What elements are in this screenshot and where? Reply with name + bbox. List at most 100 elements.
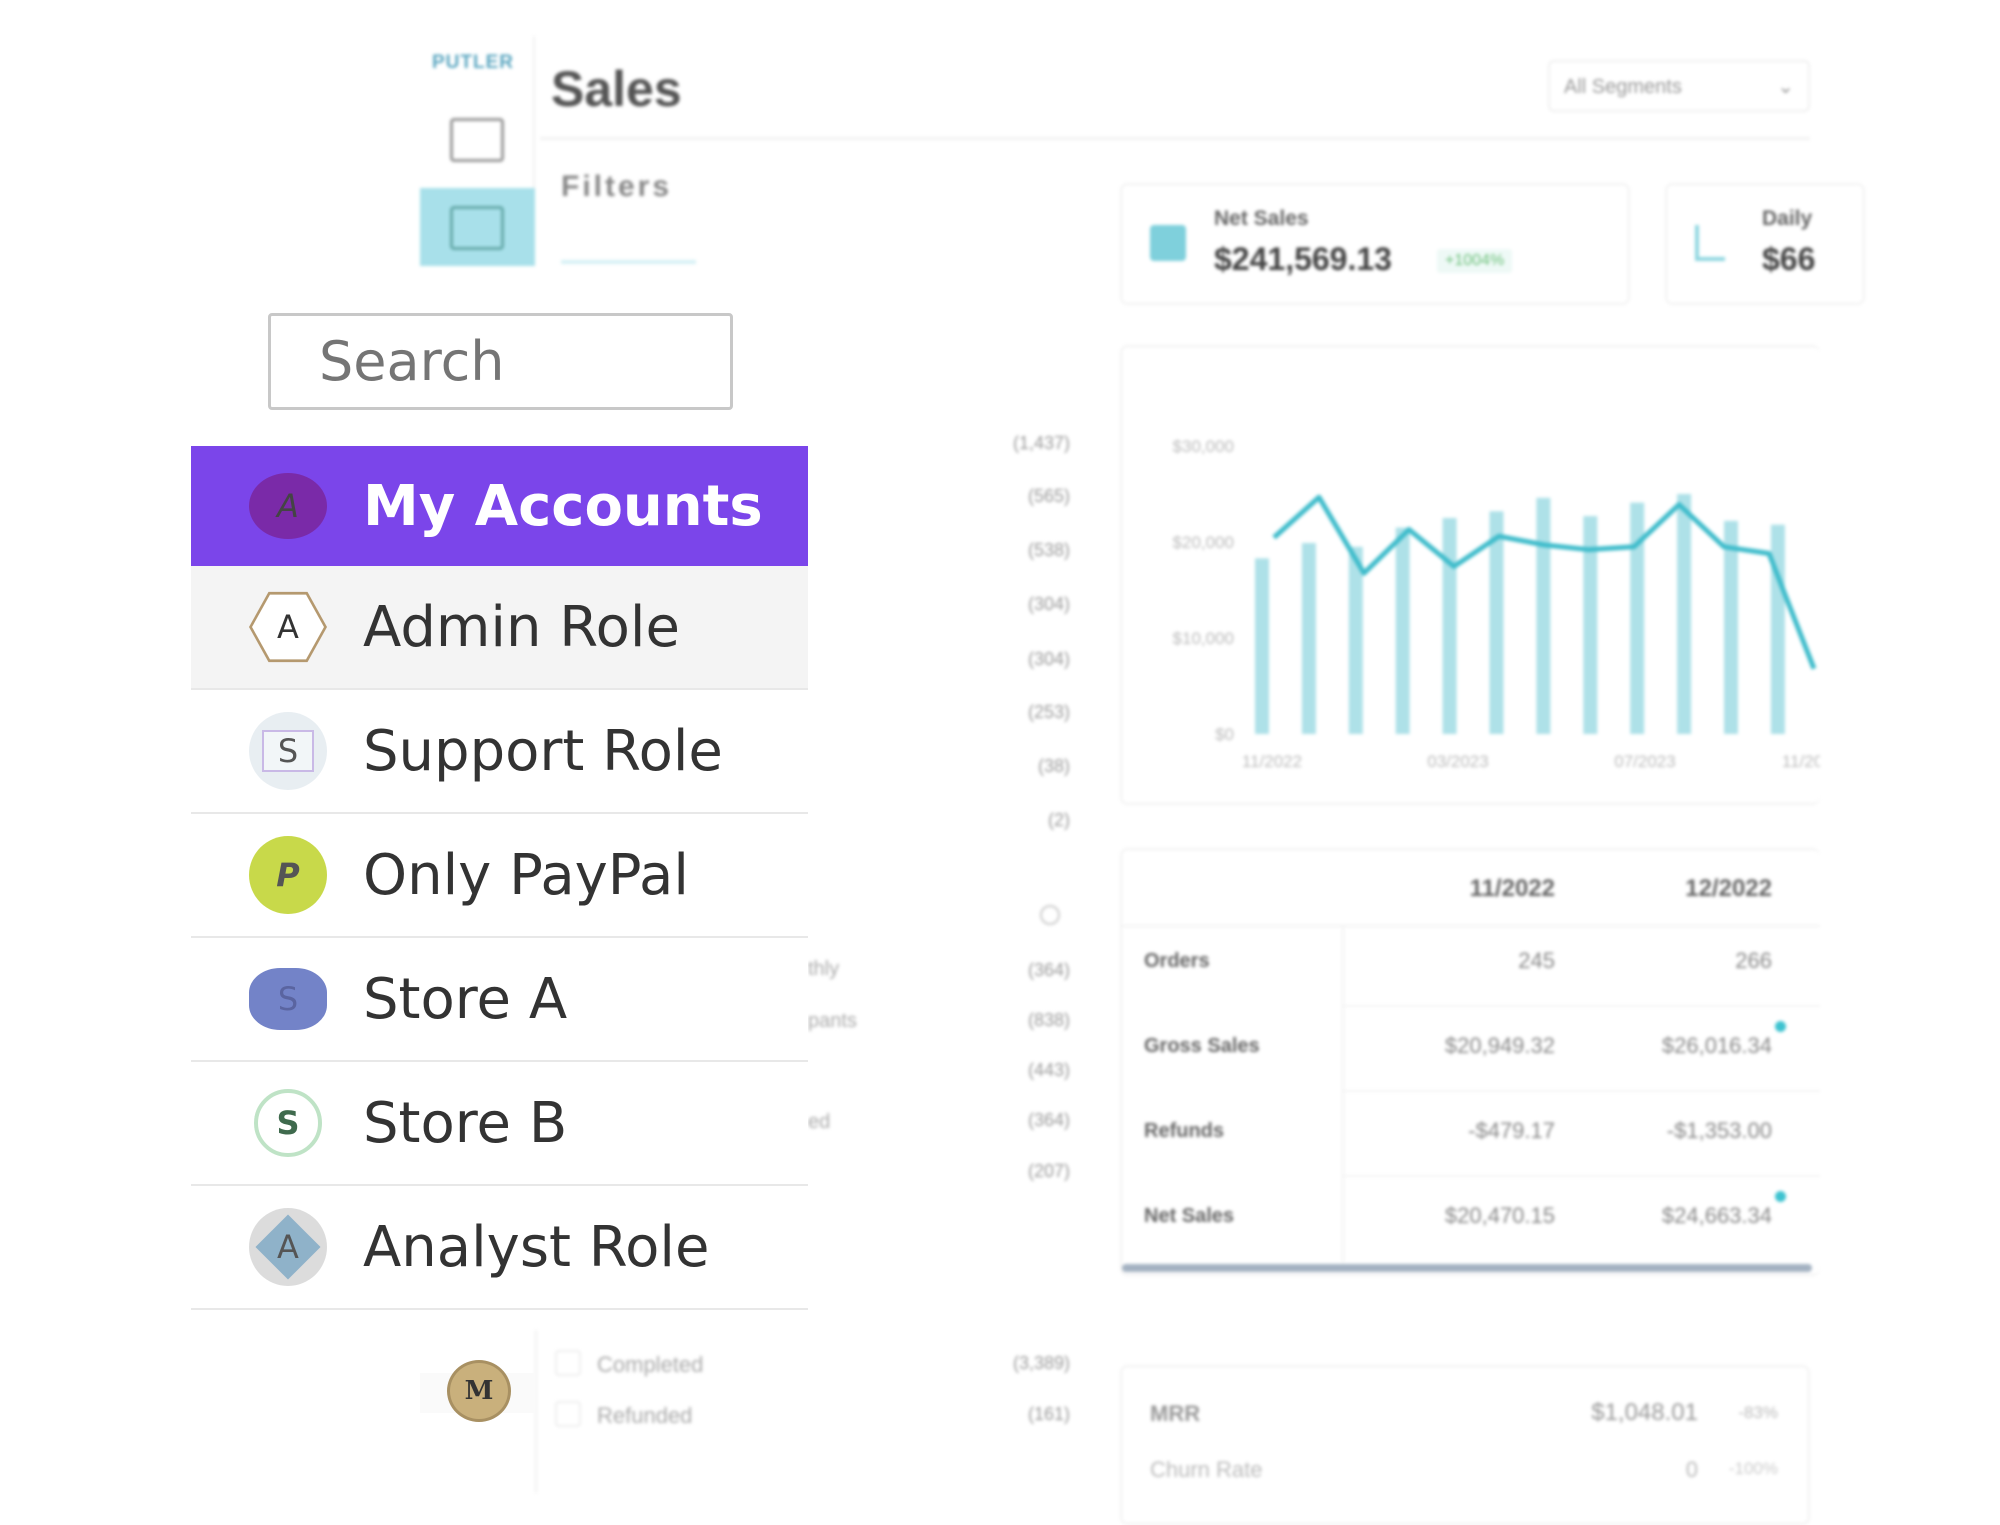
account-item-store-a[interactable]: S Store A <box>191 938 808 1062</box>
bar <box>1301 542 1316 734</box>
x-tick-label: 11/2023 <box>1782 752 1820 771</box>
account-item-store-b[interactable]: S Store B <box>191 1062 808 1186</box>
bar <box>1395 527 1410 734</box>
refunded-label: Refunded <box>597 1403 693 1428</box>
filters-underline <box>561 260 696 264</box>
avatar-initial: S <box>261 730 315 772</box>
cell-value: -$479.17 <box>1468 1118 1555 1143</box>
kpi-label: Net Sales <box>1214 207 1309 230</box>
nav-item-sales-active[interactable] <box>420 188 535 266</box>
filter-count: (207) <box>1027 1161 1070 1181</box>
mrr-change: -83% <box>1738 1403 1778 1422</box>
segment-select[interactable]: All Segments ⌄ <box>1548 60 1810 112</box>
account-search-input[interactable] <box>268 313 733 410</box>
row-divider <box>1344 1090 1820 1092</box>
account-name: Store A <box>363 966 568 1032</box>
filter-count: (2) <box>1048 810 1070 830</box>
filters-heading: Filters <box>561 170 673 203</box>
bar <box>1489 511 1504 734</box>
refunded-checkbox[interactable] <box>555 1401 581 1427</box>
filter-count: (253) <box>1027 702 1070 722</box>
filter-count: (38) <box>1037 756 1070 776</box>
account-name: Analyst Role <box>363 1214 710 1280</box>
account-avatar: S <box>254 1089 322 1157</box>
filter-count: (304) <box>1027 594 1070 614</box>
account-item-my-accounts[interactable]: A My Accounts <box>191 446 808 566</box>
putler-logo: PUTLER <box>432 52 514 73</box>
cell-value: $20,470.15 <box>1444 1203 1555 1228</box>
horizontal-scrollbar[interactable] <box>1122 1264 1812 1272</box>
search-icon[interactable] <box>1040 905 1060 925</box>
mrr-label: MRR <box>1150 1401 1201 1426</box>
kpi-value: $66 <box>1762 241 1816 277</box>
column-header: 12/2022 <box>1685 875 1772 902</box>
account-item-admin-role[interactable]: A Admin Role <box>191 566 808 690</box>
cell-value: 245 <box>1518 948 1555 973</box>
bar <box>1724 520 1738 734</box>
y-tick-label: $20,000 <box>1173 533 1234 552</box>
cell-value: 266 <box>1735 948 1772 973</box>
row-label: Gross Sales <box>1144 1035 1260 1057</box>
account-name: Store B <box>363 1090 568 1156</box>
filter-count: (538) <box>1027 540 1070 560</box>
churn-value: 0 <box>1685 1457 1698 1482</box>
filter-count: (565) <box>1027 486 1070 506</box>
filter-count: (838) <box>1027 1010 1070 1030</box>
x-tick-label: 11/2022 <box>1242 752 1302 771</box>
row-label: Net Sales <box>1144 1205 1235 1227</box>
row-label: Orders <box>1144 950 1210 972</box>
column-header: 11/2022 <box>1469 875 1555 902</box>
account-avatar: A <box>249 591 327 663</box>
column-divider <box>1342 927 1344 1262</box>
filter-label-partial: ed <box>808 1111 831 1133</box>
y-tick-label: $0 <box>1215 725 1234 744</box>
x-tick-label: 03/2023 <box>1427 752 1488 771</box>
kpi-value: $241,569.13 <box>1214 241 1392 277</box>
row-divider <box>1344 1175 1820 1177</box>
metrics-card: MRR $1,048.01 -83% Churn Rate 0 -100% <box>1120 1365 1810 1525</box>
completed-checkbox[interactable] <box>555 1350 581 1376</box>
account-item-only-paypal[interactable]: P Only PayPal <box>191 814 808 938</box>
account-avatar: S <box>249 968 327 1030</box>
account-name: Support Role <box>363 718 723 784</box>
monthly-table-card: 11/2022 12/2022 Orders 245 266 Gross Sales $20… <box>1120 848 1820 1276</box>
account-name: Admin Role <box>363 594 680 660</box>
account-item-support-role[interactable]: S Support Role <box>191 690 808 814</box>
filter-count: (364) <box>1027 1110 1070 1130</box>
churn-change: -100% <box>1728 1459 1778 1478</box>
bar-chart-icon <box>1150 225 1186 261</box>
cell-value: $20,949.32 <box>1444 1033 1555 1058</box>
account-name: My Accounts <box>363 473 763 539</box>
filter-count: (364) <box>1027 960 1070 980</box>
account-name: Only PayPal <box>363 842 689 908</box>
sales-chart[interactable]: $0 $10,000 $20,000 $30,000 11/2022 03/2023 07/… <box>1122 347 1820 805</box>
cell-value: $24,663.34 <box>1661 1203 1772 1228</box>
y-tick-label: $10,000 <box>1173 629 1234 648</box>
filter-count: (443) <box>1027 1060 1070 1080</box>
completed-label: Completed <box>597 1352 704 1377</box>
bar <box>1770 524 1785 734</box>
kpi-label: Daily <box>1762 207 1813 230</box>
y-tick-label: $30,000 <box>1173 437 1234 456</box>
user-avatar[interactable]: M <box>447 1360 511 1422</box>
header-divider <box>540 137 1810 140</box>
dashboard-grid-icon[interactable] <box>450 118 504 162</box>
account-avatar: A <box>249 473 327 539</box>
refunded-count: (161) <box>1027 1404 1070 1424</box>
kpi-change-badge: +1004% <box>1437 249 1513 273</box>
avatar-initial: A <box>277 1228 299 1266</box>
trend-chart-icon <box>1695 225 1725 261</box>
churn-label: Churn Rate <box>1150 1457 1263 1482</box>
account-avatar: P <box>249 836 327 914</box>
kpi-card-net-sales[interactable]: Net Sales $241,569.13 +1004% <box>1120 183 1630 305</box>
bar <box>1536 497 1551 734</box>
account-item-analyst-role[interactable]: A Analyst Role <box>191 1186 808 1310</box>
header-divider <box>1122 925 1820 927</box>
bar <box>1255 558 1269 734</box>
kpi-card-daily[interactable]: Daily $66 <box>1665 183 1865 305</box>
bar <box>1348 546 1363 734</box>
segment-select-value: All Segments <box>1564 76 1682 98</box>
account-avatar: S <box>249 712 327 790</box>
filter-label-partial: thly <box>808 958 840 980</box>
cell-value: -$1,353.00 <box>1666 1118 1772 1143</box>
